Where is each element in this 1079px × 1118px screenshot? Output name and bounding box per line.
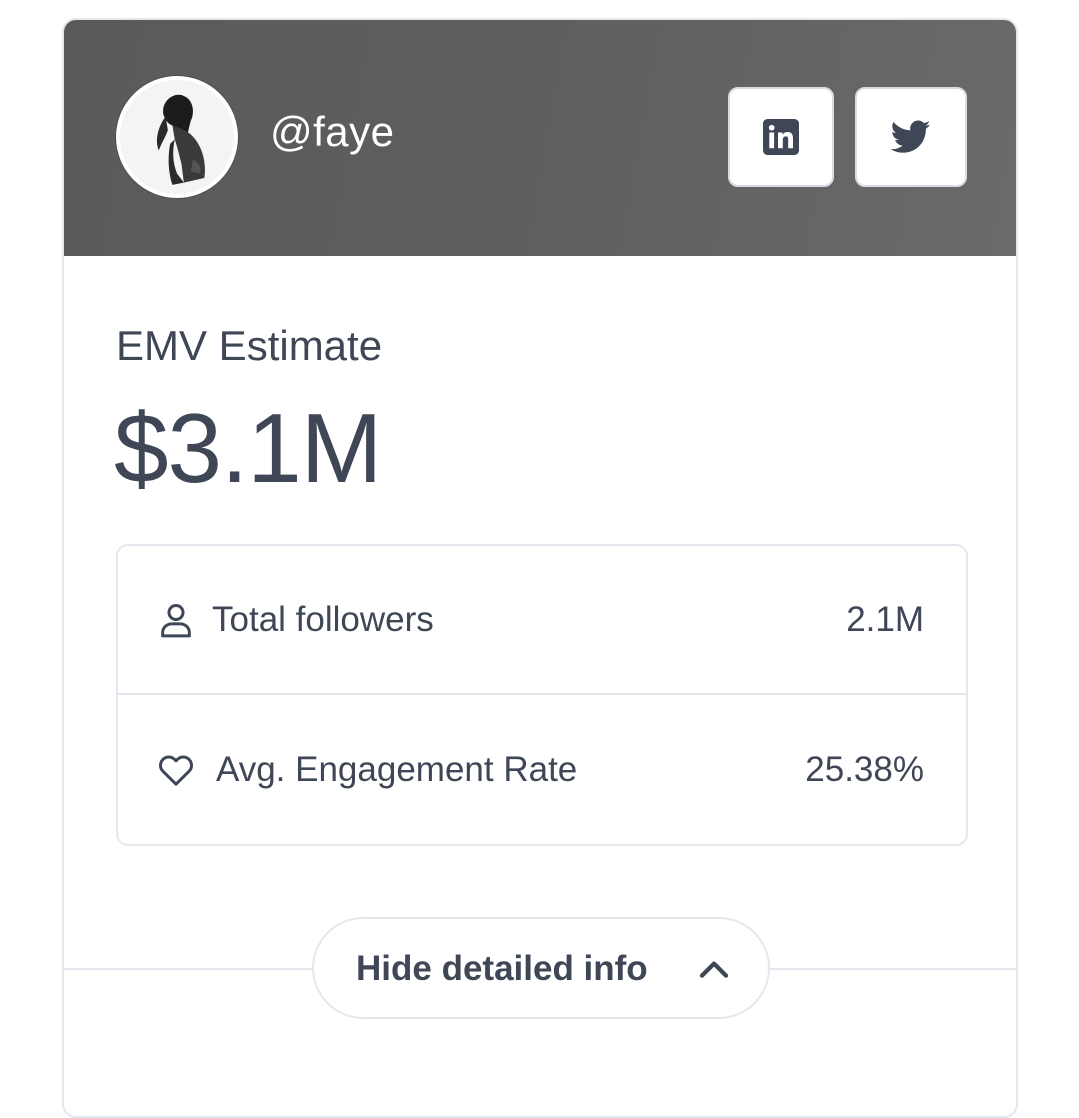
hide-detailed-info-button[interactable]: Hide detailed info — [312, 917, 770, 1019]
emv-label: EMV Estimate — [116, 322, 383, 369]
emv-value: $3.1M — [114, 393, 382, 503]
stat-value: 25.38% — [805, 750, 924, 789]
stat-label: Avg. Engagement Rate — [216, 750, 578, 789]
linkedin-button[interactable] — [728, 87, 834, 187]
profile-photo — [120, 80, 234, 194]
influencer-card: @faye EMV Estimate $3.1M Total followers… — [62, 18, 1018, 1118]
stat-row-followers: Total followers 2.1M — [118, 546, 966, 695]
user-icon — [161, 604, 191, 638]
chevron-up-icon — [699, 961, 729, 978]
profile-handle: @faye — [270, 108, 395, 155]
stats-box: Total followers 2.1M Avg. Engagement Rat… — [116, 544, 968, 846]
avatar[interactable] — [116, 76, 238, 198]
twitter-icon — [891, 120, 931, 153]
toggle-label: Hide detailed info — [356, 949, 648, 988]
stat-value: 2.1M — [846, 600, 924, 639]
twitter-button[interactable] — [855, 87, 967, 187]
card-header: @faye — [64, 20, 1016, 256]
stat-row-engagement: Avg. Engagement Rate 25.38% — [118, 696, 966, 845]
heart-icon — [159, 755, 193, 786]
linkedin-icon — [763, 119, 799, 155]
stat-label: Total followers — [212, 600, 434, 639]
